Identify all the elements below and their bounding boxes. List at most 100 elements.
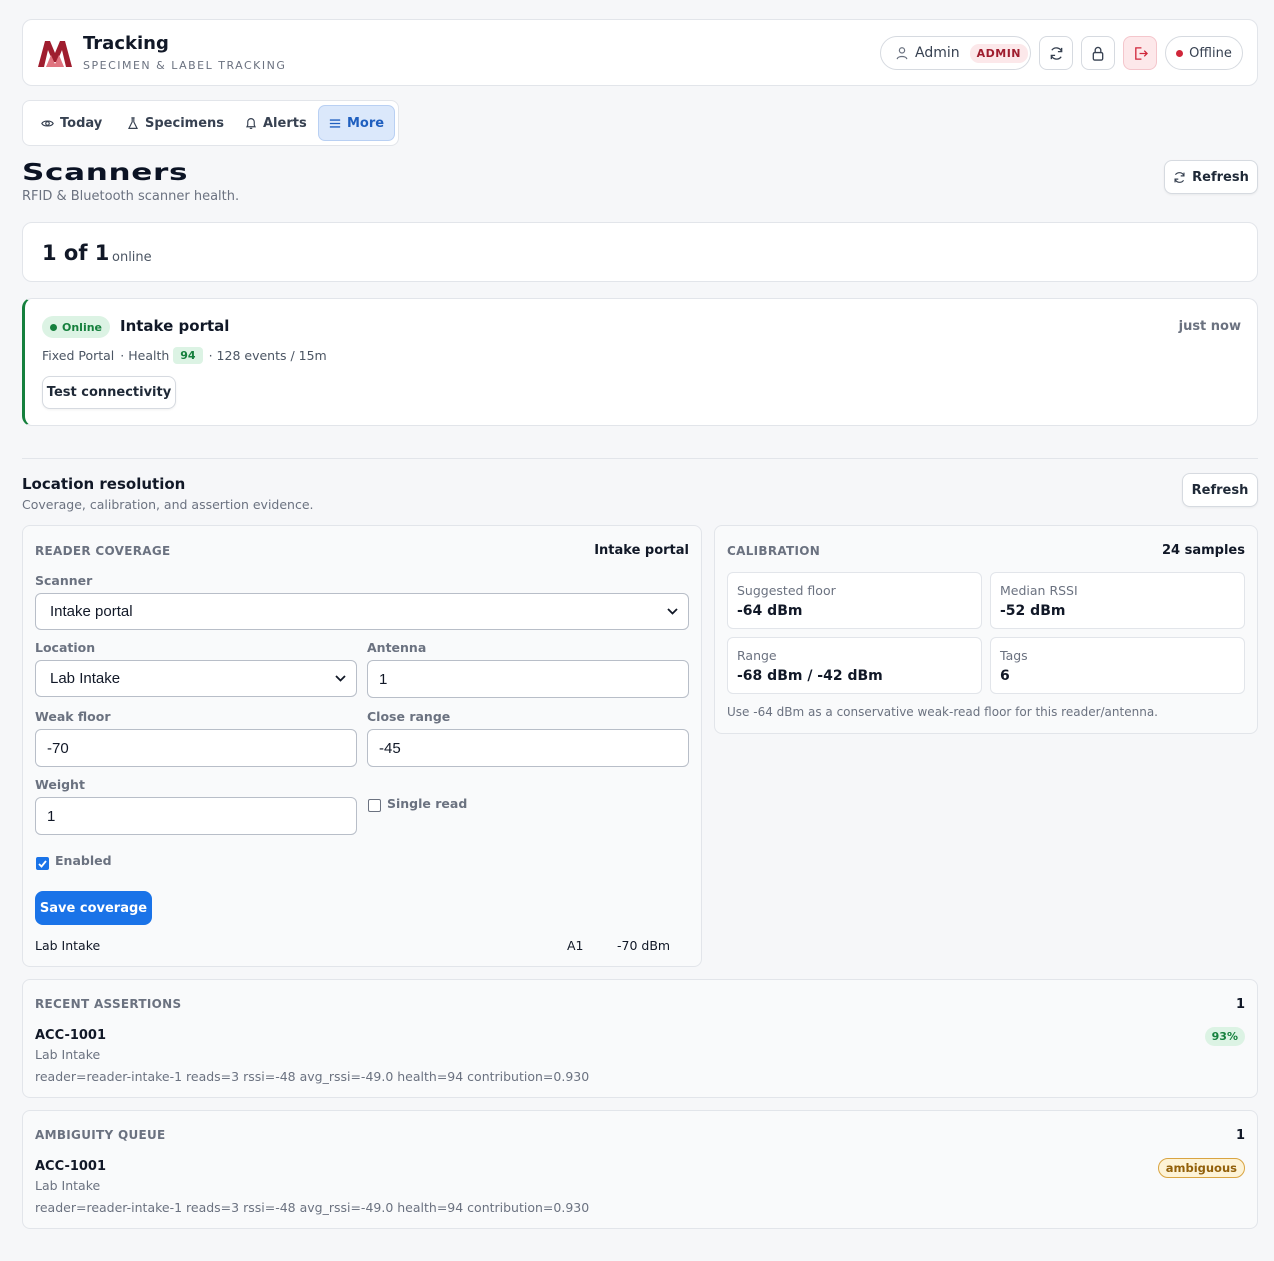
weight-input[interactable]: 1: [35, 797, 357, 835]
single-read-label: Single read: [387, 796, 468, 811]
reader-coverage-panel: READER COVERAGE Intake portal Scanner In…: [22, 525, 702, 967]
ambiguous-badge: ambiguous: [1157, 1158, 1245, 1178]
stat-tags: Tags 6: [990, 637, 1245, 694]
recent-assertions-panel: RECENT ASSERTIONS 1 ACC-1001 Lab Intake …: [22, 979, 1258, 1098]
online-count: 1 of 1: [42, 241, 110, 265]
location-refresh-button[interactable]: Refresh: [1182, 473, 1258, 507]
tab-label: Alerts: [263, 115, 307, 131]
status-label: Online: [62, 320, 103, 334]
lock-icon: [1092, 46, 1104, 61]
sync-icon: [1050, 46, 1062, 60]
calibration-panel: CALIBRATION 24 samples Suggested floor -…: [714, 525, 1258, 734]
scanner-card: Online Intake portal just now Fixed Port…: [22, 298, 1258, 426]
panel-heading: CALIBRATION: [727, 544, 821, 558]
ambiguity-detail: reader=reader-intake-1 reads=3 rssi=-48 …: [35, 1200, 590, 1215]
location-label: Location: [35, 640, 96, 655]
stat-label: Suggested floor: [737, 583, 836, 598]
enabled-label: Enabled: [55, 853, 112, 868]
check-icon: [38, 859, 47, 868]
scanner-select-value: Intake portal: [50, 603, 133, 620]
health-label: · Health: [120, 348, 170, 363]
page-subtitle: RFID & Bluetooth scanner health.: [22, 189, 240, 204]
role-badge: ADMIN: [969, 43, 1029, 63]
assertion-location: Lab Intake: [35, 1047, 101, 1062]
ambiguity-queue-panel: AMBIGUITY QUEUE 1 ACC-1001 Lab Intake re…: [22, 1110, 1258, 1229]
scanner-meta: Fixed Portal · Health 94 · 128 events / …: [42, 347, 327, 364]
stat-value: 6: [1000, 668, 1010, 684]
tab-specimens[interactable]: Specimens: [117, 105, 234, 141]
save-coverage-button[interactable]: Save coverage: [35, 891, 152, 925]
flask-icon: [128, 116, 138, 129]
tab-today[interactable]: Today: [31, 105, 112, 141]
panel-heading: AMBIGUITY QUEUE: [35, 1128, 166, 1142]
refresh-label: Refresh: [1192, 169, 1249, 185]
status-dot: [50, 323, 57, 331]
coverage-row-floor: -70 dBm: [617, 938, 671, 953]
location-select-value: Lab Intake: [50, 670, 121, 687]
single-read-checkbox[interactable]: [368, 799, 381, 812]
tab-more[interactable]: More: [318, 105, 396, 141]
section-subtitle: Coverage, calibration, and assertion evi…: [22, 497, 314, 512]
app-header: Tracking SPECIMEN & LABEL TRACKING Admin…: [22, 19, 1258, 86]
last-seen: just now: [1178, 319, 1241, 334]
status-dot: [1176, 49, 1184, 57]
logout-icon: [1134, 46, 1148, 60]
online-label: online: [112, 250, 152, 265]
sample-count: 24 samples: [1162, 543, 1245, 558]
weak-floor-input[interactable]: -70: [35, 729, 357, 767]
scanner-select[interactable]: Intake portal: [35, 593, 689, 630]
close-range-label: Close range: [367, 709, 451, 724]
panel-heading: RECENT ASSERTIONS: [35, 997, 182, 1011]
scanner-label: Scanner: [35, 573, 93, 588]
status-badge: Online: [42, 316, 111, 338]
weight-label: Weight: [35, 777, 85, 792]
sync-button[interactable]: [1039, 36, 1073, 70]
connection-status-label: Offline: [1189, 45, 1232, 61]
user-menu[interactable]: Admin ADMIN: [880, 36, 1031, 70]
assertion-detail: reader=reader-intake-1 reads=3 rssi=-48 …: [35, 1069, 590, 1084]
enabled-checkbox[interactable]: [36, 857, 49, 870]
chevron-down-icon: [667, 608, 678, 615]
calibration-note: Use -64 dBm as a conservative weak-read …: [727, 705, 1158, 719]
weak-floor-label: Weak floor: [35, 709, 111, 724]
stat-label: Tags: [1000, 648, 1028, 663]
section-title: Location resolution: [22, 475, 186, 493]
stat-median-rssi: Median RSSI -52 dBm: [990, 572, 1245, 629]
chevron-down-icon: [335, 675, 346, 682]
ambiguity-count: 1: [1235, 1128, 1245, 1143]
user-name: Admin: [915, 45, 960, 61]
stat-value: -68 dBm / -42 dBm: [737, 668, 883, 684]
page-title: Scanners: [22, 160, 189, 186]
accession-id: ACC-1001: [35, 1159, 107, 1174]
coverage-reader: Intake portal: [594, 543, 689, 558]
logout-button[interactable]: [1123, 36, 1157, 70]
stat-range: Range -68 dBm / -42 dBm: [727, 637, 982, 694]
antenna-input[interactable]: 1: [367, 660, 689, 698]
stat-label: Median RSSI: [1000, 583, 1078, 598]
assertion-count: 1: [1235, 997, 1245, 1012]
stat-value: -64 dBm: [737, 603, 803, 619]
scanner-type: Fixed Portal: [42, 348, 115, 363]
location-select[interactable]: Lab Intake: [35, 660, 357, 697]
lock-button[interactable]: [1081, 36, 1115, 70]
app-subtitle: SPECIMEN & LABEL TRACKING: [83, 59, 287, 72]
connection-status[interactable]: Offline: [1165, 36, 1243, 70]
coverage-row-location: Lab Intake: [35, 938, 101, 953]
antenna-label: Antenna: [367, 640, 427, 655]
tab-label: Specimens: [145, 115, 225, 131]
refresh-button[interactable]: Refresh: [1164, 160, 1258, 194]
app-title: Tracking: [83, 33, 169, 54]
tab-alerts[interactable]: Alerts: [235, 105, 317, 141]
refresh-icon: [1174, 171, 1185, 183]
health-badge: 94: [173, 347, 203, 364]
main-nav: Today Specimens Alerts More: [22, 100, 399, 146]
menu-icon: [329, 118, 341, 128]
event-count: · 128 events / 15m: [208, 348, 327, 363]
close-range-input[interactable]: -45: [367, 729, 689, 767]
stat-suggested-floor: Suggested floor -64 dBm: [727, 572, 982, 629]
brand-logo: [38, 41, 72, 67]
test-connectivity-button[interactable]: Test connectivity: [42, 376, 176, 409]
eye-icon: [41, 119, 54, 127]
scanner-name: Intake portal: [120, 317, 230, 335]
bell-icon: [246, 117, 256, 129]
